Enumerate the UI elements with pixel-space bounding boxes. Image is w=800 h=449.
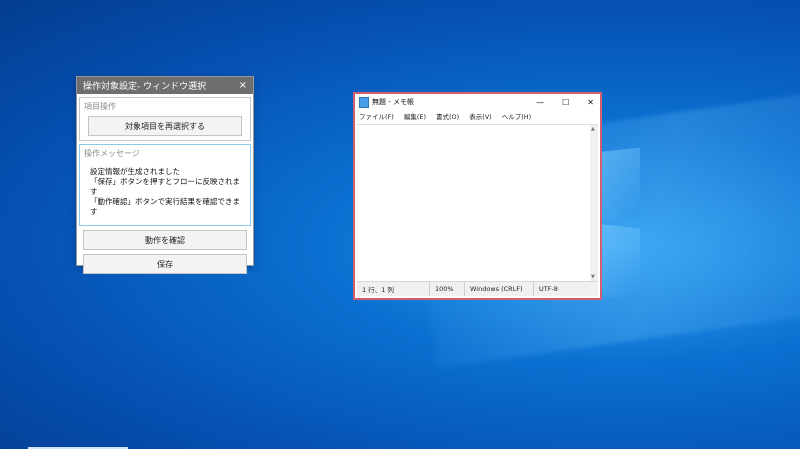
maximize-icon[interactable]: ☐ [562,98,569,107]
notepad-menubar: ファイル(F) 編集(E) 書式(O) 表示(V) ヘルプ(H) [355,110,600,122]
reselect-target-button[interactable]: 対象項目を再選択する [88,116,242,136]
close-icon[interactable]: ✕ [587,98,594,107]
minimize-icon[interactable]: — [536,98,544,107]
status-line-ending: Windows (CRLF) [464,282,533,296]
scroll-up-icon[interactable]: ▲ [591,126,595,132]
menu-file[interactable]: ファイル(F) [359,111,394,121]
notepad-title: 無題 - メモ帳 [372,98,414,106]
notepad-window[interactable]: 無題 - メモ帳 — ☐ ✕ ファイル(F) 編集(E) 書式(O) 表示(V)… [353,92,602,300]
status-zoom: 100% [429,282,464,296]
message-line: 設定情報が生成されました [90,167,180,176]
menu-view[interactable]: 表示(V) [469,111,492,121]
windows-logo-pane-top [596,147,640,223]
verify-action-button[interactable]: 動作を確認 [83,230,247,250]
close-icon[interactable]: × [239,80,247,91]
menu-edit[interactable]: 編集(E) [404,111,426,121]
operation-message-group: 操作メッセージ 設定情報が生成されました 「保存」ボタンを押すとフローに反映され… [79,144,251,226]
panel-title: 操作対象設定- ウィンドウ選択 [83,82,207,92]
menu-format[interactable]: 書式(O) [436,111,459,121]
target-settings-panel: 操作対象設定- ウィンドウ選択 × 項目操作 対象項目を再選択する 操作メッセー… [76,76,254,274]
item-operation-label: 項目操作 [84,102,116,111]
vertical-scrollbar[interactable]: ▲ ▼ [590,125,598,281]
notepad-statusbar: 1 行、1 列 100% Windows (CRLF) UTF-8 [357,281,598,296]
save-button[interactable]: 保存 [83,254,247,274]
scroll-down-icon[interactable]: ▼ [591,274,595,280]
windows-logo-pane-bottom [596,223,640,301]
operation-message-label: 操作メッセージ [84,149,140,158]
status-encoding: UTF-8 [533,282,584,296]
notepad-titlebar[interactable]: 無題 - メモ帳 — ☐ ✕ [355,94,600,110]
status-cursor-position: 1 行、1 列 [362,286,394,294]
menu-help[interactable]: ヘルプ(H) [502,111,531,121]
message-line: 「動作確認」ボタンで実行結果を確認できます [90,197,240,216]
message-line: 「保存」ボタンを押すとフローに反映されます [90,177,240,196]
notepad-icon [359,96,369,108]
panel-titlebar[interactable]: 操作対象設定- ウィンドウ選択 × [77,77,253,94]
notepad-text-area[interactable]: ▲ ▼ [357,124,598,281]
item-operation-group: 項目操作 対象項目を再選択する [79,97,251,141]
